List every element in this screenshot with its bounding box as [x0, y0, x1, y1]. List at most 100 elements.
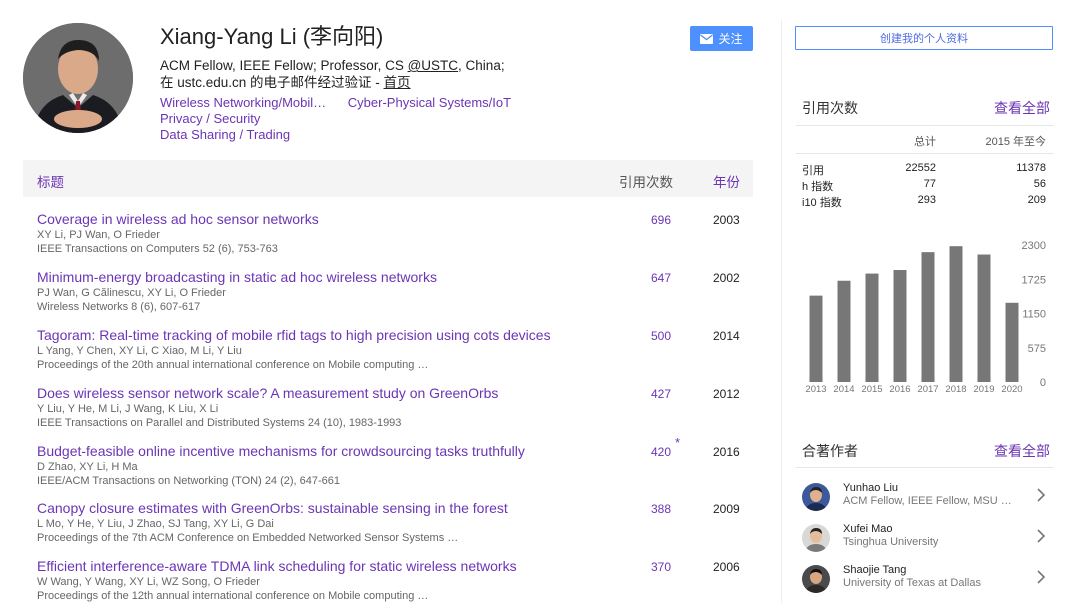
coauthor-item[interactable]: Shaojie Tang University of Texas at Dall…	[802, 564, 1054, 596]
table-row: Tagoram: Real-time tracking of mobile rf…	[37, 327, 753, 372]
interest-link[interactable]: Privacy / Security	[160, 111, 260, 126]
article-year: 2014	[713, 329, 740, 343]
article-year: 2009	[713, 502, 740, 516]
article-title-link[interactable]: Minimum-energy broadcasting in static ad…	[37, 269, 753, 286]
avatar	[802, 524, 830, 552]
profile-photo	[23, 23, 133, 133]
article-venue: Proceedings of the 20th annual internati…	[37, 359, 429, 371]
article-venue: Proceedings of the 12th annual internati…	[37, 590, 429, 602]
metric-all: 77	[923, 178, 936, 190]
article-title-link[interactable]: Budget-feasible online incentive mechani…	[37, 443, 753, 460]
bar-2015[interactable]	[865, 273, 879, 382]
article-year: 2016	[713, 445, 740, 459]
table-row: Does wireless sensor network scale? A me…	[37, 385, 753, 430]
article-authors: XY Li, PJ Wan, O Frieder	[37, 229, 160, 241]
citation-count-link[interactable]: 427	[651, 387, 671, 401]
citation-count-link[interactable]: 388	[651, 502, 671, 516]
coauthor-item[interactable]: Yunhao Liu ACM Fellow, IEEE Fellow, MSU …	[802, 482, 1054, 514]
affiliation-org-link[interactable]: @USTC	[408, 58, 458, 73]
bar-2019[interactable]	[977, 254, 991, 382]
article-title-link[interactable]: Efficient interference-aware TDMA link s…	[37, 558, 753, 575]
articles-table-header: 标题 引用次数 年份	[23, 160, 753, 197]
sort-by-title[interactable]: 标题	[37, 171, 64, 191]
follow-button[interactable]: 关注	[690, 26, 753, 51]
table-row: Efficient interference-aware TDMA link s…	[37, 558, 753, 603]
section-divider	[796, 467, 1054, 468]
y-tick-label: 2300	[1022, 240, 1046, 252]
profile-name: Xiang-Yang Li (李向阳)	[160, 24, 384, 49]
coauthor-item[interactable]: Xufei Mao Tsinghua University	[802, 523, 1054, 555]
coauthor-affiliation: University of Texas at Dallas	[843, 577, 981, 589]
x-tick-label: 2015	[861, 384, 882, 395]
x-tick-label: 2017	[917, 384, 938, 395]
section-divider	[796, 125, 1054, 126]
avatar	[802, 565, 830, 593]
article-title-link[interactable]: Coverage in wireless ad hoc sensor netwo…	[37, 211, 753, 228]
coauthors-section-title: 合著作者	[802, 443, 858, 459]
chevron-right-icon	[1037, 529, 1046, 543]
create-profile-button[interactable]: 创建我的个人资料	[795, 26, 1053, 50]
verified-text: 在 ustc.edu.cn 的电子邮件经过验证 -	[160, 75, 384, 90]
coauthor-name: Shaojie Tang	[843, 564, 907, 576]
table-row: Canopy closure estimates with GreenOrbs:…	[37, 500, 753, 545]
x-tick-label: 2013	[805, 384, 826, 395]
article-authors: D Zhao, XY Li, H Ma	[37, 461, 138, 473]
metrics-col-since: 2015 年至今	[985, 136, 1046, 148]
metric-since: 11378	[1016, 162, 1046, 174]
x-tick-label: 2014	[833, 384, 854, 395]
merged-citation-star[interactable]: *	[675, 435, 680, 450]
metric-all: 22552	[905, 162, 936, 174]
sort-by-year[interactable]: 年份	[713, 171, 740, 191]
coauthors-view-all-link[interactable]: 查看全部	[994, 441, 1050, 461]
bar-2014[interactable]	[837, 280, 851, 382]
article-venue: Wireless Networks 8 (6), 607-617	[37, 301, 201, 313]
metric-label: 引用	[802, 165, 824, 177]
citation-count-link[interactable]: 420	[651, 445, 671, 459]
article-venue: IEEE Transactions on Computers 52 (6), 7…	[37, 243, 278, 255]
y-tick-label: 1725	[1022, 274, 1046, 286]
citation-count-link[interactable]: 370	[651, 560, 671, 574]
person-photo-icon	[802, 565, 830, 593]
article-year: 2006	[713, 560, 740, 574]
article-authors: PJ Wan, G Călinescu, XY Li, O Frieder	[37, 287, 226, 299]
article-title-link[interactable]: Does wireless sensor network scale? A me…	[37, 385, 753, 402]
bar-2013[interactable]	[809, 295, 823, 382]
bar-2016[interactable]	[893, 270, 907, 382]
bar-2017[interactable]	[921, 252, 935, 382]
citation-count-link[interactable]: 647	[651, 271, 671, 285]
article-year: 2002	[713, 271, 740, 285]
sort-by-citations[interactable]: 引用次数	[619, 171, 673, 191]
avatar	[802, 483, 830, 511]
interest-link[interactable]: Wireless Networking/Mobil…	[160, 95, 326, 110]
coauthor-name: Yunhao Liu	[843, 482, 899, 494]
article-year: 2003	[713, 213, 740, 227]
article-venue: IEEE Transactions on Parallel and Distri…	[37, 417, 402, 429]
citations-view-all-link[interactable]: 查看全部	[994, 98, 1050, 118]
coauthor-affiliation: Tsinghua University	[843, 536, 939, 548]
metric-row: 引用 22552 11378	[802, 162, 1046, 178]
bar-2018[interactable]	[949, 246, 963, 382]
interest-link[interactable]: Cyber-Physical Systems/IoT	[348, 95, 511, 110]
article-venue: IEEE/ACM Transactions on Networking (TON…	[37, 475, 341, 487]
coauthor-affiliation: ACM Fellow, IEEE Fellow, MSU …	[843, 495, 1012, 507]
citations-per-year-chart: 0 575 1150 1725 2300 2013 2014 2015 2016 2017 2018…	[805, 240, 1046, 395]
person-photo-icon	[23, 23, 133, 133]
article-title-link[interactable]: Tagoram: Real-time tracking of mobile rf…	[37, 327, 753, 344]
x-tick-label: 2018	[945, 384, 966, 395]
bar-2020[interactable]	[1005, 302, 1019, 382]
citation-count-link[interactable]: 696	[651, 213, 671, 227]
article-title-link[interactable]: Canopy closure estimates with GreenOrbs:…	[37, 500, 753, 517]
article-authors: L Mo, Y He, Y Liu, J Zhao, SJ Tang, XY L…	[37, 518, 274, 530]
homepage-link[interactable]: 首页	[384, 75, 411, 90]
interest-link[interactable]: Data Sharing / Trading	[160, 127, 290, 142]
metric-label: h 指数	[802, 181, 834, 193]
metric-row: i10 指数 293 209	[802, 194, 1046, 210]
section-divider	[796, 153, 1054, 154]
research-interests: Wireless Networking/Mobil… Cyber-Physica…	[160, 95, 650, 143]
citation-count-link[interactable]: 500	[651, 329, 671, 343]
profile-affiliation: ACM Fellow, IEEE Fellow; Professor, CS @…	[160, 57, 650, 74]
table-row: Minimum-energy broadcasting in static ad…	[37, 269, 753, 314]
column-divider	[781, 20, 782, 603]
person-photo-icon	[802, 524, 830, 552]
table-row: Budget-feasible online incentive mechani…	[37, 435, 753, 488]
